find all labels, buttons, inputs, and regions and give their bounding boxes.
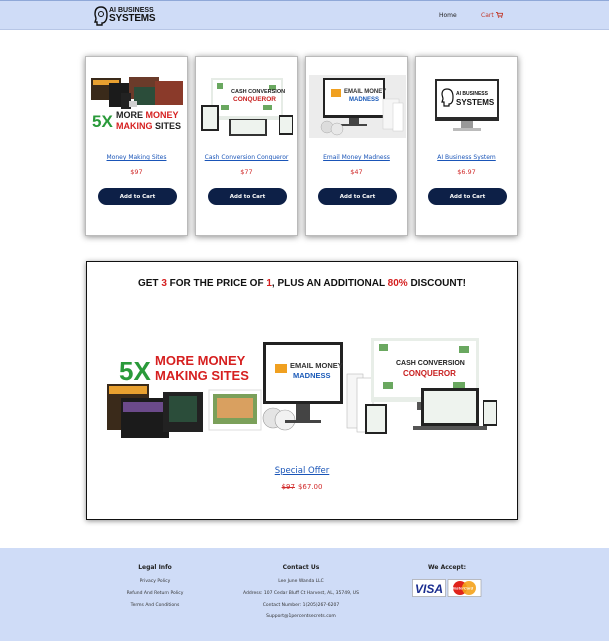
site-header: AI BUSINESS SYSTEMS Home Cart (0, 0, 609, 30)
legal-info-heading: Legal Info (138, 564, 172, 571)
contact-number: Contact Number: 1(205)267-6207 (262, 603, 340, 608)
bundle-madness-text: MADNESS (293, 371, 331, 380)
heading-text: GET (137, 278, 162, 289)
bundle-more-money-text: MORE MONEY (155, 353, 246, 368)
terms-link[interactable]: Terms And Conditions (105, 603, 205, 608)
svg-text:MADNESS: MADNESS (349, 97, 379, 103)
mastercard-text: MasterCard (451, 586, 474, 591)
offer-new-price: $67.00 (297, 483, 323, 491)
contact-heading: Contact Us (282, 564, 320, 571)
bundle-email-money-text: EMAIL MONEY (290, 361, 343, 370)
money-making-sites-thumbnail: 5X MORE MONEY MAKING SITES (91, 77, 183, 131)
svg-text:MAKING SITES: MAKING SITES (116, 121, 181, 131)
payment-cards: VISA MasterCard (412, 579, 482, 597)
product-price: $77 (240, 168, 253, 176)
bundle-cash-conversion-text: CASH CONVERSION (396, 360, 465, 367)
offer-old-price: $97 (281, 483, 295, 491)
privacy-policy-link[interactable]: Privacy Policy (105, 579, 205, 584)
support-email-link[interactable]: Support@1percentsecrets.com (221, 614, 381, 619)
product-card-cash-conversion-conqueror: CASH CONVERSION CONQUEROR Cash Conversio… (195, 56, 298, 236)
bundle-product-image: 5X MORE MONEY MAKING SITES EMAIL MONEY M… (107, 338, 497, 438)
special-offer-link[interactable]: Special Offer (87, 466, 517, 476)
heading-text: , PLUS AN ADDITIONAL (271, 278, 388, 289)
we-accept-heading: We Accept: (428, 564, 466, 571)
product-title[interactable]: Money Making Sites (86, 154, 187, 161)
brain-head-icon (94, 6, 108, 26)
add-to-cart-button[interactable]: Add to Cart (318, 188, 397, 205)
add-to-cart-button[interactable]: Add to Cart (428, 188, 507, 205)
heading-text: DISCOUNT! (407, 278, 467, 289)
cart-icon (495, 12, 503, 18)
nav-cart-link[interactable]: Cart (481, 12, 503, 19)
company-name: Lee June Wanda LLC (278, 579, 324, 584)
visa-text: VISA (415, 582, 443, 596)
nav-home-link[interactable]: Home (439, 12, 457, 19)
product-price: $47 (350, 168, 363, 176)
product-card-ai-business-system: AI BUSINESS SYSTEMS AI Business System $… (415, 56, 518, 236)
svg-text:AI BUSINESS: AI BUSINESS (456, 91, 489, 97)
svg-text:MORE MONEY: MORE MONEY (116, 110, 179, 120)
add-to-cart-button[interactable]: Add to Cart (98, 188, 177, 205)
svg-text:CONQUEROR: CONQUEROR (233, 96, 276, 103)
cash-conversion-conqueror-thumbnail: CASH CONVERSION CONQUEROR (201, 78, 293, 136)
nav-cart-label: Cart (481, 12, 494, 19)
thumb-5x-text: 5X (92, 112, 113, 131)
logo-wordmark: AI BUSINESS SYSTEMS (109, 7, 156, 24)
product-card-money-making-sites: 5X MORE MONEY MAKING SITES Money Making … (85, 56, 188, 236)
special-offer-box: GET 3 FOR THE PRICE OF 1, PLUS AN ADDITI… (86, 261, 518, 520)
offer-price: $97 $67.00 (87, 483, 517, 491)
site-logo[interactable]: AI BUSINESS SYSTEMS (94, 6, 156, 27)
heading-text: FOR THE PRICE OF (166, 278, 267, 289)
product-price: $6.97 (457, 168, 476, 176)
email-money-madness-thumbnail: EMAIL MONEY MADNESS (309, 75, 406, 138)
visa-icon: VISA (412, 579, 446, 597)
refund-policy-link[interactable]: Refund And Return Policy (105, 591, 205, 596)
add-to-cart-button[interactable]: Add to Cart (208, 188, 287, 205)
heading-highlight: 80% (387, 278, 408, 289)
product-title[interactable]: AI Business System (416, 154, 517, 161)
company-address: Address: 107 Cedar Bluff Ct Harvest, AL,… (243, 591, 359, 596)
product-title[interactable]: Cash Conversion Conqueror (196, 154, 297, 161)
bundle-5x-text: 5X (119, 356, 151, 386)
product-card-email-money-madness: EMAIL MONEY MADNESS Email Money Madness … (305, 56, 408, 236)
logo-line-2: SYSTEMS (109, 13, 156, 24)
product-title[interactable]: Email Money Madness (306, 154, 407, 161)
svg-text:SYSTEMS: SYSTEMS (456, 98, 495, 107)
offer-heading: GET 3 FOR THE PRICE OF 1, PLUS AN ADDITI… (87, 278, 517, 289)
svg-text:EMAIL MONEY: EMAIL MONEY (344, 89, 386, 95)
bundle-conqueror-text: CONQUEROR (403, 369, 456, 378)
product-price: $97 (130, 168, 143, 176)
ai-business-system-thumbnail: AI BUSINESS SYSTEMS (435, 79, 499, 131)
svg-text:CASH CONVERSION: CASH CONVERSION (231, 89, 285, 95)
site-footer: Legal Info Privacy Policy Refund And Ret… (0, 548, 609, 641)
mastercard-icon: MasterCard (447, 579, 482, 597)
bundle-making-sites-text: MAKING SITES (155, 368, 249, 383)
